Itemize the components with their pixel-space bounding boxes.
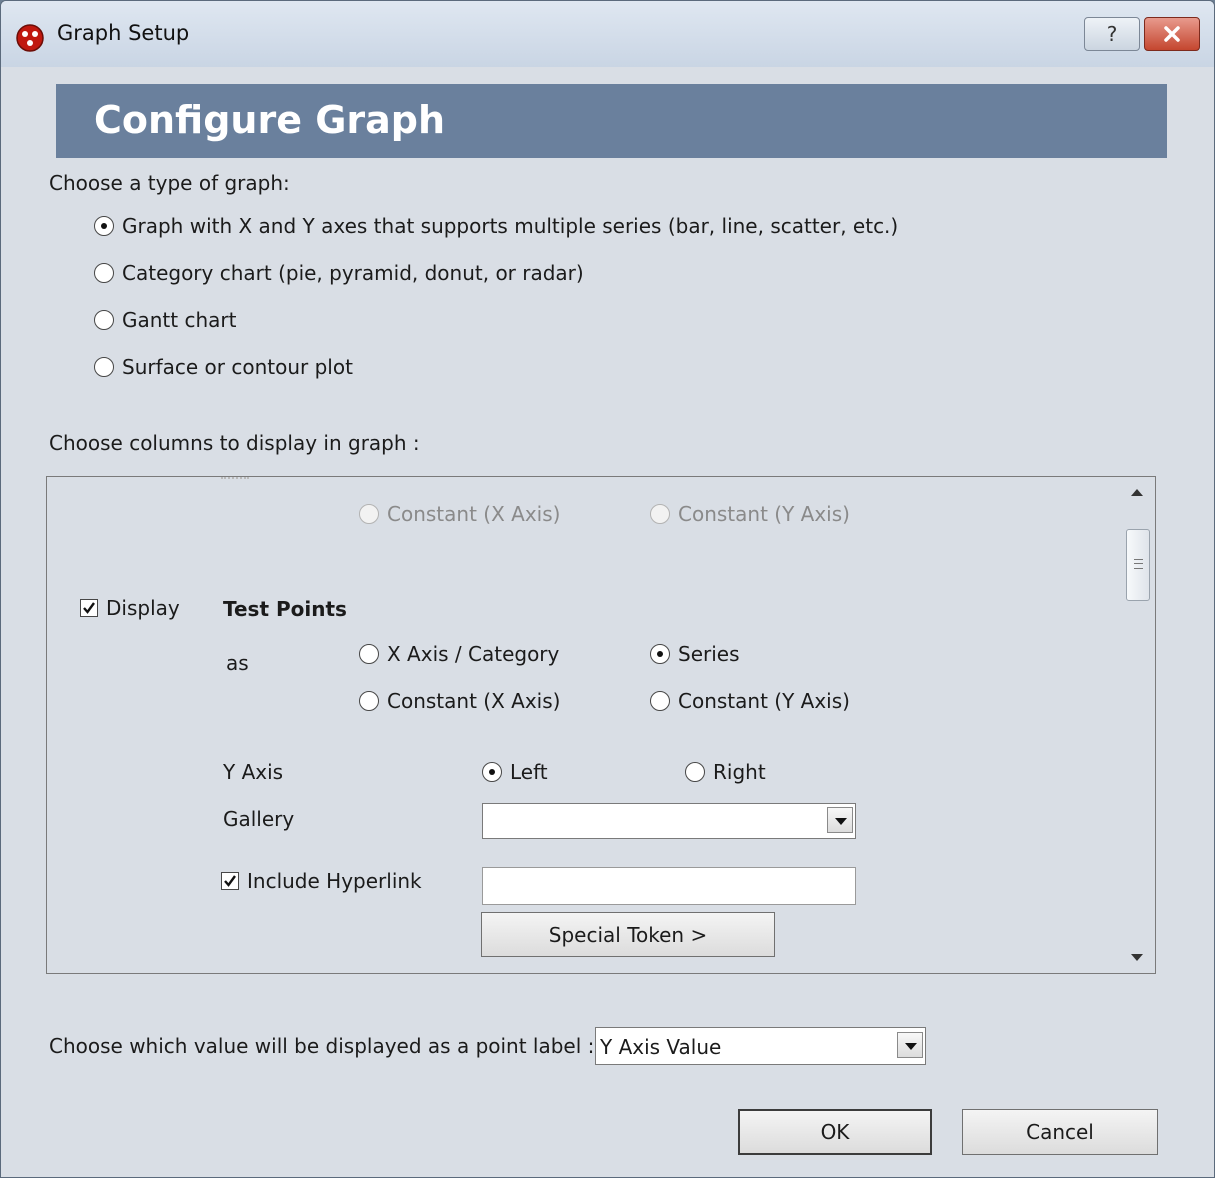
graph-setup-dialog: Graph Setup ? Configure Graph Choose a t…: [0, 0, 1215, 1178]
radio-label: Constant (X Axis): [387, 689, 561, 713]
include-hyperlink-row[interactable]: Include Hyperlink: [221, 869, 422, 893]
radio-label: Constant (X Axis): [387, 502, 561, 526]
radio-button[interactable]: [94, 263, 114, 283]
header-banner: Configure Graph: [56, 84, 1167, 158]
radio-label: Constant (Y Axis): [678, 502, 850, 526]
radio-constant-y[interactable]: Constant (Y Axis): [650, 689, 850, 713]
title-bar: Graph Setup ?: [1, 1, 1214, 67]
radio-button[interactable]: [359, 691, 379, 711]
special-token-label: Special Token >: [548, 922, 708, 947]
point-label-prompt: Choose which value will be displayed as …: [49, 1034, 595, 1058]
help-icon: ?: [1106, 22, 1118, 46]
gallery-dropdown[interactable]: [482, 803, 856, 839]
radio-button[interactable]: [94, 310, 114, 330]
columns-prompt: Choose columns to display in graph :: [49, 431, 420, 455]
radio-series[interactable]: Series: [650, 642, 740, 666]
radio-label: Gantt chart: [122, 308, 237, 332]
scroll-down-icon[interactable]: [1131, 954, 1143, 961]
point-label-value: Y Axis Value: [600, 1035, 722, 1059]
page-title: Configure Graph: [94, 98, 446, 142]
radio-graph-xy[interactable]: Graph with X and Y axes that supports mu…: [94, 214, 898, 238]
graph-type-prompt: Choose a type of graph:: [49, 171, 290, 195]
window-title: Graph Setup: [57, 21, 190, 45]
radio-button[interactable]: [94, 216, 114, 236]
close-icon: [1164, 26, 1180, 42]
ok-button[interactable]: OK: [738, 1109, 932, 1155]
radio-label: Surface or contour plot: [122, 355, 353, 379]
cancel-label: Cancel: [1026, 1120, 1094, 1144]
radio-surface-plot[interactable]: Surface or contour plot: [94, 355, 353, 379]
checkmark-icon: [224, 875, 236, 887]
include-hyperlink-checkbox[interactable]: [221, 872, 239, 890]
radio-label: Left: [510, 760, 548, 784]
radio-y-axis-left[interactable]: Left: [482, 760, 548, 784]
grip-icon: [1134, 559, 1143, 569]
display-label: Display: [106, 596, 180, 620]
radio-button: [359, 504, 379, 524]
radio-prev-constant-y: Constant (Y Axis): [650, 502, 850, 526]
radio-label: X Axis / Category: [387, 642, 560, 666]
columns-scroll-panel[interactable]: Constant (X Axis) Constant (Y Axis) Disp…: [46, 476, 1156, 974]
radio-label: Right: [713, 760, 766, 784]
include-hyperlink-label: Include Hyperlink: [247, 869, 422, 893]
radio-label: Constant (Y Axis): [678, 689, 850, 713]
as-label: as: [226, 651, 249, 675]
radio-button[interactable]: [650, 691, 670, 711]
radio-gantt-chart[interactable]: Gantt chart: [94, 308, 236, 332]
chevron-down-icon[interactable]: [827, 807, 853, 833]
gallery-label: Gallery: [223, 807, 295, 831]
radio-button: [650, 504, 670, 524]
cancel-button[interactable]: Cancel: [962, 1109, 1158, 1155]
radio-constant-x[interactable]: Constant (X Axis): [359, 689, 560, 713]
hyperlink-input[interactable]: [482, 867, 856, 905]
radio-category-chart[interactable]: Category chart (pie, pyramid, donut, or …: [94, 261, 584, 285]
chevron-down-icon[interactable]: [897, 1032, 923, 1058]
radio-button[interactable]: [482, 762, 502, 782]
checkmark-icon: [83, 602, 95, 614]
radio-x-axis-category[interactable]: X Axis / Category: [359, 642, 559, 666]
point-label-dropdown[interactable]: Y Axis Value: [595, 1027, 926, 1065]
y-axis-label: Y Axis: [223, 760, 284, 784]
display-checkbox-row[interactable]: Display: [80, 596, 180, 620]
column-name: Test Points: [223, 597, 347, 621]
scroll-thumb[interactable]: [1126, 529, 1150, 601]
app-icon: [16, 24, 44, 52]
help-button[interactable]: ?: [1084, 17, 1140, 51]
vertical-scrollbar[interactable]: [1121, 477, 1155, 973]
special-token-button[interactable]: Special Token >: [481, 912, 775, 957]
clipped-text: [221, 477, 249, 483]
ok-label: OK: [820, 1120, 850, 1144]
radio-label: Category chart (pie, pyramid, donut, or …: [122, 261, 584, 285]
close-button[interactable]: [1144, 17, 1200, 51]
radio-button[interactable]: [94, 357, 114, 377]
radio-label: Series: [678, 642, 740, 666]
display-checkbox[interactable]: [80, 599, 98, 617]
radio-label: Graph with X and Y axes that supports mu…: [122, 214, 899, 238]
radio-button[interactable]: [650, 644, 670, 664]
radio-y-axis-right[interactable]: Right: [685, 760, 766, 784]
radio-prev-constant-x: Constant (X Axis): [359, 502, 560, 526]
scroll-up-icon[interactable]: [1131, 489, 1143, 496]
radio-button[interactable]: [359, 644, 379, 664]
radio-button[interactable]: [685, 762, 705, 782]
